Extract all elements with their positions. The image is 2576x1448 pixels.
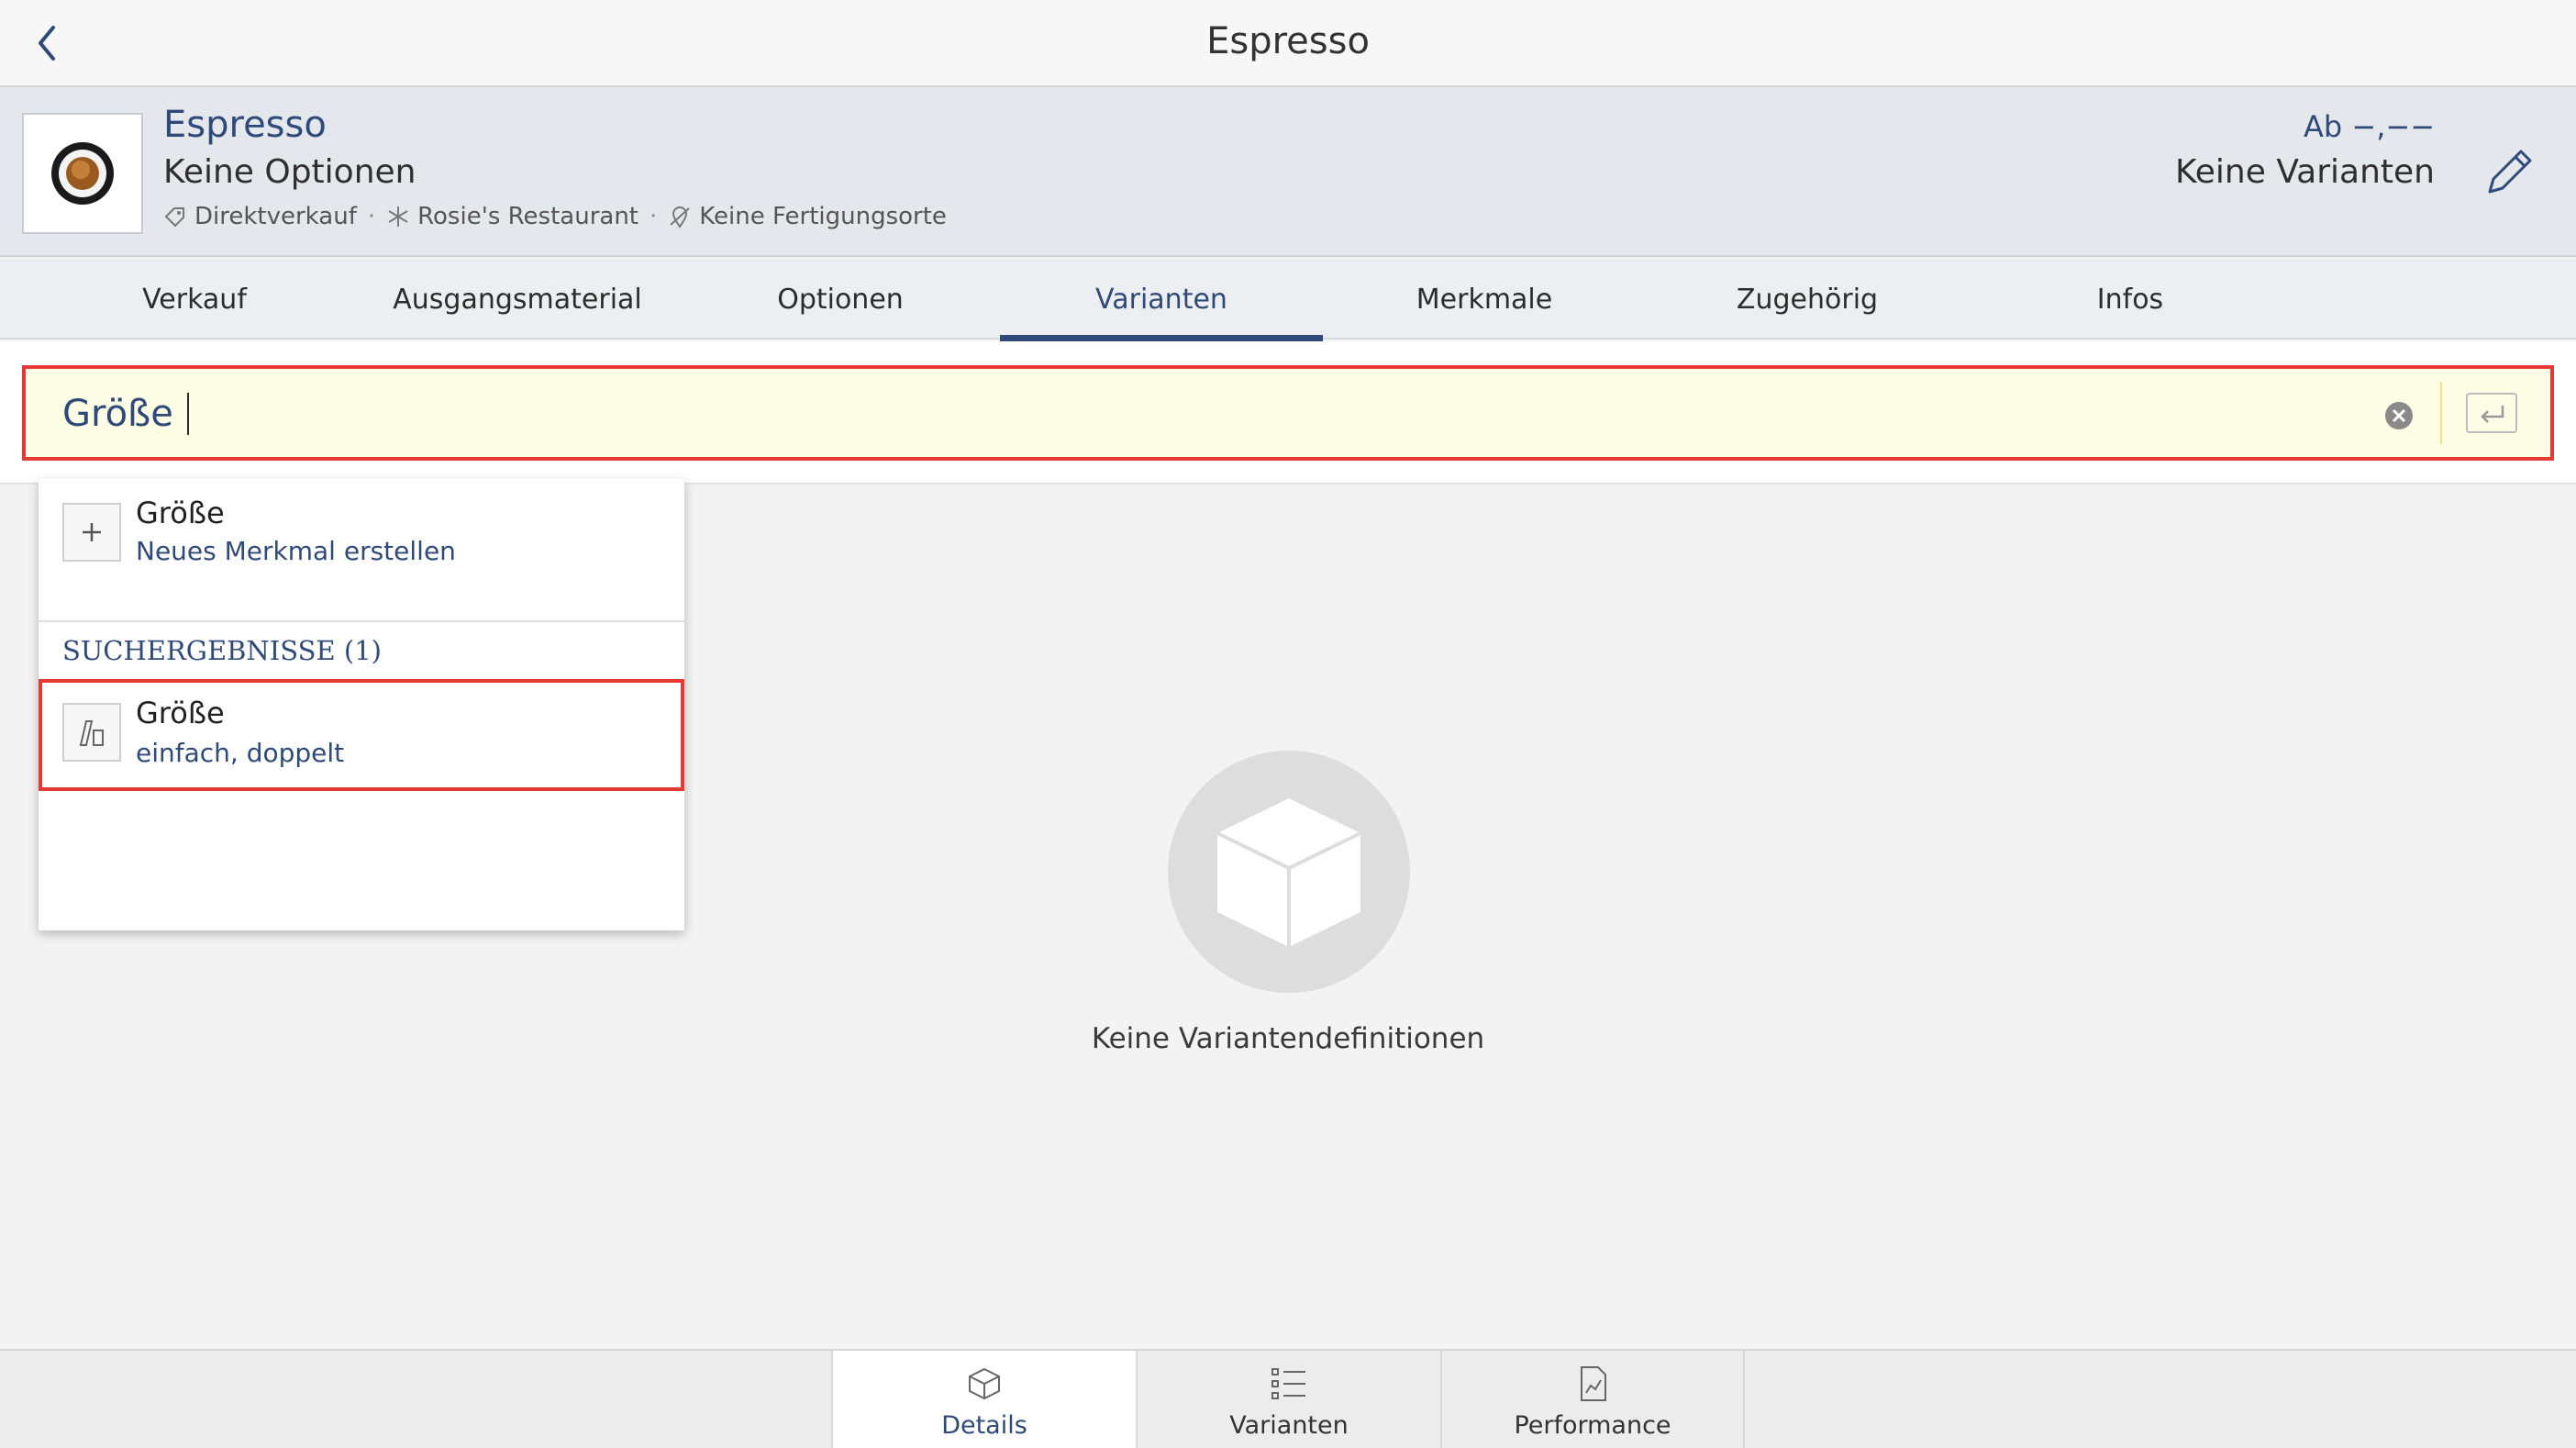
tab-optionen[interactable]: Optionen (679, 259, 1002, 340)
snowflake-icon (386, 205, 410, 228)
bottom-tab-label: Performance (1514, 1411, 1671, 1440)
search-result-item[interactable]: Größe einfach, doppelt (39, 679, 684, 791)
meta-production: Keine Fertigungsorte (699, 203, 947, 230)
tab-varianten[interactable]: Varianten (1000, 259, 1323, 341)
text-caret (187, 393, 189, 435)
product-meta: Direktverkauf · Rosie's Restaurant · Kei… (163, 203, 947, 230)
bottom-tab-varianten[interactable]: Varianten (1136, 1351, 1440, 1448)
page-title: Espresso (1206, 20, 1370, 62)
results-heading: SUCHERGEBNISSE (1) (62, 635, 382, 666)
search-box (22, 365, 2554, 461)
chart-document-icon (1572, 1364, 1613, 1404)
location-off-icon (668, 205, 692, 228)
bottom-tab-performance[interactable]: Performance (1440, 1351, 1745, 1448)
search-divider (2440, 382, 2442, 444)
list-icon (1269, 1364, 1309, 1404)
navigation-bar: Espresso (0, 0, 2576, 87)
product-image (22, 113, 143, 234)
result-title: Größe (136, 696, 225, 730)
search-dropdown: Größe Neues Merkmal erstellen SUCHERGEBN… (39, 479, 684, 930)
package-icon (964, 1364, 1005, 1404)
product-options: Keine Optionen (163, 153, 416, 191)
bottom-tab-label: Details (941, 1411, 1027, 1440)
tab-merkmale[interactable]: Merkmale (1323, 259, 1646, 340)
tab-infos[interactable]: Infos (1969, 259, 2292, 340)
bottom-tab-details[interactable]: Details (831, 1351, 1136, 1448)
meta-sale: Direktverkauf (194, 203, 357, 230)
box-icon (1168, 751, 1410, 993)
create-item-subtitle: Neues Merkmal erstellen (136, 536, 456, 566)
price-label: Ab −,−− (2304, 109, 2435, 144)
tag-icon (163, 205, 187, 228)
pencil-icon[interactable] (2479, 140, 2541, 203)
meta-separator: · (367, 203, 376, 230)
tab-ausgangsmaterial[interactable]: Ausgangsmaterial (356, 259, 679, 340)
product-header: Espresso Keine Optionen Direktverkauf · … (0, 87, 2576, 257)
search-input[interactable] (62, 385, 2356, 442)
variants-count: Keine Varianten (2174, 153, 2435, 191)
plus-icon (62, 503, 121, 562)
empty-state-text: Keine Variantendefinitionen (1091, 1022, 1485, 1055)
tab-verkauf[interactable]: Verkauf (33, 259, 356, 340)
meta-separator: · (650, 203, 658, 230)
tab-bar: Verkauf Ausgangsmaterial Optionen Varian… (0, 259, 2576, 341)
bottom-tab-label: Varianten (1229, 1411, 1349, 1440)
clear-icon[interactable] (2383, 400, 2415, 431)
enter-icon[interactable] (2466, 393, 2517, 433)
product-name: Espresso (163, 104, 327, 146)
tab-zugehoerig[interactable]: Zugehörig (1646, 259, 1969, 340)
attribute-icon (62, 703, 121, 762)
meta-restaurant: Rosie's Restaurant (417, 203, 638, 230)
result-subtitle: einfach, doppelt (136, 738, 345, 768)
create-item-title: Größe (136, 496, 225, 530)
create-attribute-item[interactable]: Größe Neues Merkmal erstellen (39, 479, 684, 622)
search-area (0, 341, 2576, 485)
bottom-toolbar: Details Varianten Performance (0, 1349, 2576, 1448)
